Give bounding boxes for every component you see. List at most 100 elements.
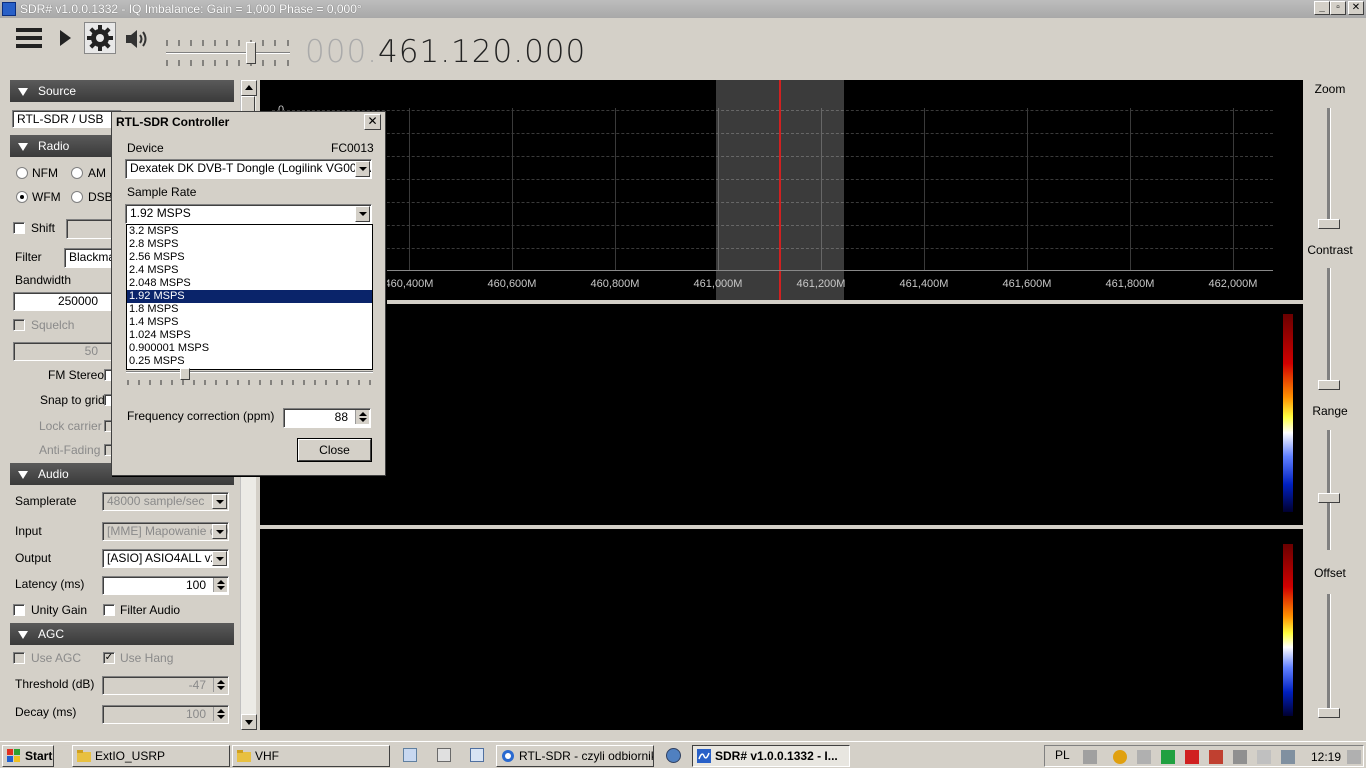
tray-icon[interactable] xyxy=(1137,750,1151,764)
squelch-checkbox[interactable] xyxy=(13,319,25,331)
latency-input[interactable]: 100 xyxy=(102,576,229,595)
freq-correction-input[interactable]: 88 xyxy=(283,408,371,428)
volume-slider-track[interactable] xyxy=(166,52,290,54)
device-combo[interactable]: Dexatek DK DVB-T Dongle (Logilink VG0002… xyxy=(125,159,372,179)
range-slider-track[interactable] xyxy=(1327,430,1331,550)
contrast-slider-thumb[interactable] xyxy=(1318,380,1340,390)
close-window-button[interactable]: ✕ xyxy=(1348,1,1364,15)
shift-checkbox[interactable] xyxy=(13,222,25,234)
frequency-leading-digits[interactable]: 000. xyxy=(305,34,378,70)
sample-rate-option[interactable]: 2.56 MSPS xyxy=(127,251,372,264)
scroll-down-button[interactable] xyxy=(241,714,257,730)
nfm-radio[interactable] xyxy=(16,167,28,179)
sample-rate-option[interactable]: 3.2 MSPS xyxy=(127,225,372,238)
scroll-up-button[interactable] xyxy=(241,80,257,96)
grid-line xyxy=(1233,108,1234,270)
tuned-frequency-marker[interactable] xyxy=(779,80,781,300)
collapse-icon xyxy=(18,470,28,479)
maximize-button[interactable]: ▫ xyxy=(1330,1,1346,15)
sample-rate-label: Sample Rate xyxy=(127,185,197,199)
sun-icon[interactable] xyxy=(1113,750,1127,764)
gain-slider-track[interactable] xyxy=(126,371,373,373)
system-tray: 12:19 xyxy=(1044,745,1364,767)
volume-tray-icon[interactable] xyxy=(1233,750,1247,764)
sample-rate-option[interactable]: 2.4 MSPS xyxy=(127,264,372,277)
sample-rate-option[interactable]: 1.4 MSPS xyxy=(127,316,372,329)
sample-rate-combo[interactable]: 1.92 MSPS xyxy=(125,204,372,224)
sample-rate-option[interactable]: 0.900001 MSPS xyxy=(127,342,372,355)
start-button[interactable]: Start xyxy=(2,745,54,767)
play-icon[interactable] xyxy=(60,30,71,46)
sample-rate-option[interactable]: 1.024 MSPS xyxy=(127,329,372,342)
source-device-combo[interactable]: RTL-SDR / USB xyxy=(12,110,122,128)
sample-rate-option[interactable]: 2.8 MSPS xyxy=(127,238,372,251)
flag-icon[interactable] xyxy=(1257,750,1271,764)
agc-section-header[interactable]: AGC xyxy=(10,623,234,645)
input-value: [MME] Mapowanie dźw xyxy=(107,524,229,538)
dropdown-icon[interactable] xyxy=(355,206,370,222)
sample-rate-dropdown-list[interactable]: 3.2 MSPS 2.8 MSPS 2.56 MSPS 2.4 MSPS 2.0… xyxy=(126,224,373,370)
speaker-icon[interactable] xyxy=(124,28,152,50)
frequency-digits[interactable]: 461.120.000 xyxy=(378,34,586,70)
antivirus-icon[interactable] xyxy=(1185,750,1199,764)
spectrum-analyzer[interactable]: 0 460,400M 460,600M 460,800M 461,000M 46… xyxy=(260,80,1303,300)
filter-audio-checkbox[interactable] xyxy=(103,604,115,616)
waterfall-display[interactable] xyxy=(260,304,1303,525)
tray-icon[interactable] xyxy=(1209,750,1223,764)
taskbar-item-vhf[interactable]: VHF xyxy=(232,745,390,767)
gear-icon[interactable] xyxy=(84,22,116,54)
output-combo[interactable]: [ASIO] ASIO4ALL v2 xyxy=(102,549,229,568)
collapse-icon xyxy=(18,142,28,151)
dialog-close-button[interactable]: Close xyxy=(298,439,371,461)
contrast-slider-track[interactable] xyxy=(1327,268,1331,390)
clock[interactable]: 12:19 xyxy=(1311,750,1341,764)
source-section-header[interactable]: Source xyxy=(10,80,234,102)
decay-value: 100 xyxy=(185,707,206,721)
taskbar-item-sdrsharp[interactable]: SDR# v1.0.0.1332 - I... xyxy=(692,745,850,767)
dropdown-icon[interactable] xyxy=(212,551,227,566)
zoom-slider-track[interactable] xyxy=(1327,108,1331,228)
filter-combo[interactable]: Blackman xyxy=(64,248,114,268)
dropdown-icon[interactable] xyxy=(355,161,370,177)
offset-slider-track[interactable] xyxy=(1327,594,1331,718)
grid-line xyxy=(409,108,410,270)
sample-rate-option[interactable]: 1.8 MSPS xyxy=(127,303,372,316)
zoom-slider-thumb[interactable] xyxy=(1318,219,1340,229)
sample-rate-option-selected[interactable]: 1.92 MSPS xyxy=(127,290,372,303)
audio-waterfall-display[interactable] xyxy=(260,529,1303,730)
wfm-radio[interactable] xyxy=(16,191,28,203)
freq-tick-label: 460,600M xyxy=(487,278,537,290)
volume-slider-thumb[interactable] xyxy=(246,42,256,64)
keyboard-icon[interactable] xyxy=(1083,750,1097,764)
range-slider-thumb[interactable] xyxy=(1318,493,1340,503)
am-radio[interactable] xyxy=(71,167,83,179)
spinner-icon[interactable] xyxy=(213,578,227,592)
shift-field xyxy=(66,219,114,239)
taskbar-item-browser[interactable]: RTL-SDR - czyli odbiornik... xyxy=(496,745,654,767)
radio-title: Radio xyxy=(38,139,70,153)
check-icon[interactable] xyxy=(1161,750,1175,764)
dialog-close-icon[interactable]: ✕ xyxy=(364,114,381,130)
frequency-display[interactable]: 000.461.120.000 xyxy=(305,32,586,72)
quicklaunch-icon[interactable] xyxy=(403,748,417,762)
gain-slider-thumb[interactable] xyxy=(180,368,190,380)
dsb-radio[interactable] xyxy=(71,191,83,203)
tray-icon[interactable] xyxy=(1347,750,1361,764)
sample-rate-option[interactable]: 0.25 MSPS xyxy=(127,355,372,368)
use-agc-checkbox[interactable] xyxy=(13,652,25,664)
quicklaunch-icon[interactable] xyxy=(470,748,484,762)
bandwidth-input[interactable]: 250000 xyxy=(13,292,113,311)
calculator-icon[interactable] xyxy=(437,748,451,762)
offset-slider-thumb[interactable] xyxy=(1318,708,1340,718)
quicklaunch-icon[interactable] xyxy=(666,748,681,763)
sample-rate-option[interactable]: 2.048 MSPS xyxy=(127,277,372,290)
minimize-button[interactable]: _ xyxy=(1314,1,1330,15)
freq-tick-label: 461,400M xyxy=(899,278,949,290)
spinner-icon[interactable] xyxy=(355,410,369,424)
source-device-value: RTL-SDR / USB xyxy=(17,112,104,126)
menu-icon[interactable] xyxy=(16,28,42,48)
taskbar-item-extio[interactable]: ExtIO_USRP xyxy=(72,745,230,767)
unity-gain-checkbox[interactable] xyxy=(13,604,25,616)
use-hang-checkbox[interactable]: ✓ xyxy=(103,652,115,664)
network-icon[interactable] xyxy=(1281,750,1295,764)
